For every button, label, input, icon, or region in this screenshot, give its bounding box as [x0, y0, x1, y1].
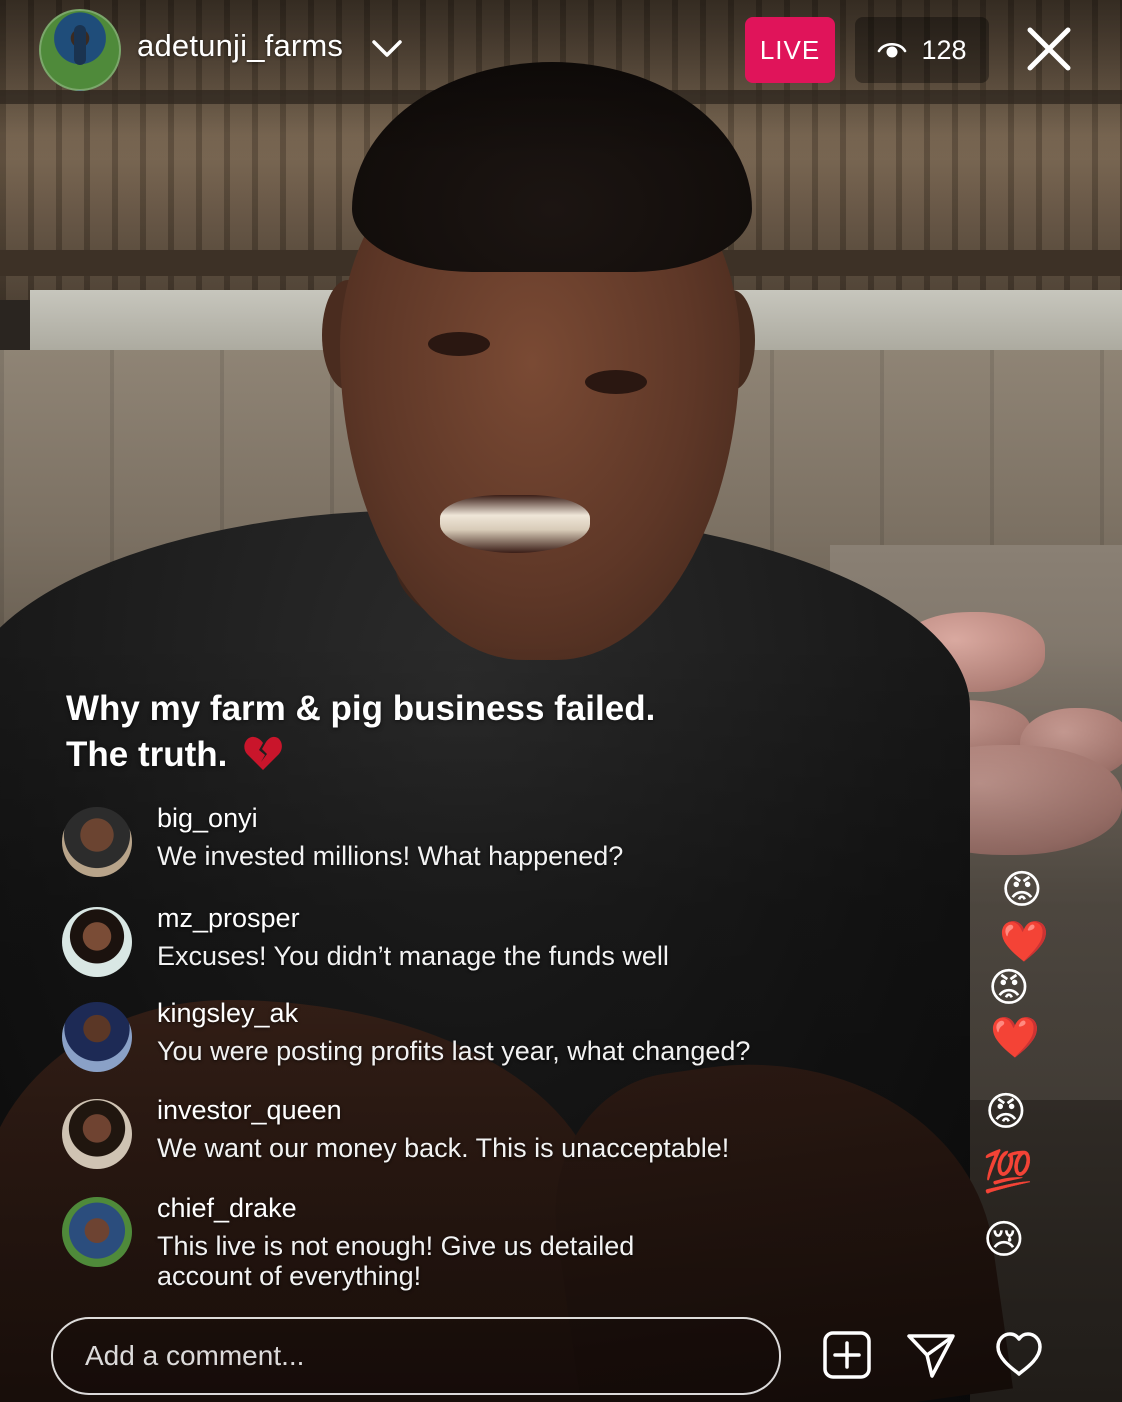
stream-title-line1: Why my farm & pig business failed.: [66, 689, 656, 728]
live-label: LIVE: [759, 34, 821, 65]
commenter-username[interactable]: kingsley_ak: [157, 998, 298, 1029]
viewer-count: 128: [921, 34, 967, 65]
commenter-username[interactable]: investor_queen: [157, 1095, 342, 1126]
commenter-avatar[interactable]: [62, 1197, 132, 1267]
heart-icon[interactable]: [994, 1330, 1044, 1380]
reaction-emoji: ❤️: [990, 1016, 1040, 1060]
chevron-down-icon[interactable]: [370, 34, 404, 62]
commenter-avatar[interactable]: [62, 1002, 132, 1072]
viewer-count-badge[interactable]: 128: [855, 17, 989, 83]
commenter-username[interactable]: mz_prosper: [157, 903, 300, 934]
reaction-emoji: 😢: [983, 1218, 1025, 1262]
stream-title-line2-row: The truth.: [66, 732, 766, 778]
close-icon[interactable]: [1022, 22, 1076, 76]
comment-text: You were posting profits last year, what…: [157, 1036, 751, 1066]
live-badge: LIVE: [745, 17, 835, 83]
commenter-avatar[interactable]: [62, 1099, 132, 1169]
person-eye: [585, 370, 647, 394]
send-icon[interactable]: [906, 1330, 956, 1380]
live-top-bar: adetunji_farms LIVE 128: [0, 0, 1122, 100]
commenter-avatar[interactable]: [62, 907, 132, 977]
comment-composer[interactable]: [51, 1317, 781, 1395]
reaction-emoji: 😡: [985, 1090, 1027, 1134]
person-eye: [428, 332, 490, 356]
reaction-emoji: ❤️: [999, 920, 1049, 964]
commenter-username[interactable]: chief_drake: [157, 1193, 297, 1224]
commenter-username[interactable]: big_onyi: [157, 803, 258, 834]
add-square-icon[interactable]: [822, 1330, 872, 1380]
reaction-emoji: 😡: [988, 966, 1030, 1010]
host-avatar[interactable]: [39, 9, 121, 91]
host-username[interactable]: adetunji_farms: [137, 28, 343, 64]
comment-text: We invested millions! What happened?: [157, 841, 624, 871]
comment-text: This live is not enough! Give us detaile…: [157, 1231, 635, 1291]
commenter-avatar[interactable]: [62, 807, 132, 877]
broken-heart-icon: [244, 736, 282, 770]
stream-title-line2: The truth.: [66, 735, 228, 774]
reaction-emoji: 💯: [983, 1150, 1033, 1194]
comment-input[interactable]: [83, 1329, 747, 1383]
eye-icon: [878, 42, 907, 58]
stream-title: Why my farm & pig business failed. The t…: [66, 686, 766, 778]
comment-text: We want our money back. This is unaccept…: [157, 1133, 730, 1163]
comment-text: Excuses! You didn’t manage the funds wel…: [157, 941, 669, 971]
person-mouth: [440, 495, 590, 553]
reaction-emoji: 😡: [1001, 868, 1043, 912]
floating-reactions: 😡 ❤️ 😡 ❤️ 😡 💯 😢: [975, 860, 1065, 1280]
